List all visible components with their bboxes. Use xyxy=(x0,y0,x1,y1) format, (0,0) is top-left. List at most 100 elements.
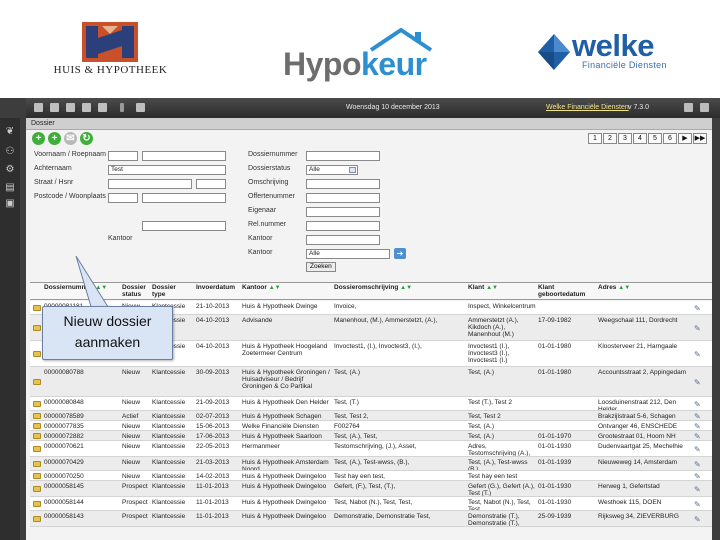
table-row[interactable]: 00000058145 Prospect Klantcessie 11-01-2013… xyxy=(30,481,712,497)
edit-icon[interactable]: ✎ xyxy=(694,515,703,523)
edit-icon[interactable]: ✎ xyxy=(694,400,703,408)
edit-icon[interactable]: ✎ xyxy=(694,378,703,386)
table-row[interactable]: 00000058143 Prospect Klantcessie 11-01-2013… xyxy=(30,511,712,527)
tools-icon[interactable] xyxy=(136,103,145,112)
cell-omschr: Test, (A.) xyxy=(334,369,361,376)
dossiernummer-input[interactable] xyxy=(306,151,380,161)
print-icon[interactable] xyxy=(66,103,75,112)
achternaam-input[interactable]: Test xyxy=(108,165,226,175)
edit-icon[interactable]: ✎ xyxy=(694,445,703,453)
table-row[interactable]: 00000058144 Prospect Klantcessie 11-01-2013… xyxy=(30,497,712,511)
leaf-icon[interactable]: ❦ xyxy=(4,126,16,137)
col-omschrijving[interactable]: Dossieromschrijving ▲▼ xyxy=(334,284,464,292)
chart-icon[interactable]: ▤ xyxy=(4,182,16,193)
offertenummer-input[interactable] xyxy=(306,193,380,203)
page-2-button[interactable]: 2 xyxy=(603,133,617,144)
briefcase-icon[interactable]: ▣ xyxy=(4,198,16,209)
kantoor-select[interactable]: Alle xyxy=(306,249,390,259)
settings-icon[interactable]: ⚙ xyxy=(4,164,16,175)
mail-icon[interactable] xyxy=(50,103,59,112)
table-row[interactable]: 00000080848 Nieuw Klantcessie 21-09-2013 Hui… xyxy=(30,397,712,411)
add-button[interactable]: + xyxy=(48,132,61,145)
folder-icon[interactable] xyxy=(33,304,41,311)
notes-icon[interactable] xyxy=(98,103,107,112)
dossierstatus-select[interactable]: Alle xyxy=(306,165,358,175)
col-status[interactable]: Dossier status xyxy=(122,284,150,298)
edit-icon[interactable]: ✎ xyxy=(694,324,703,332)
col-invoerdatum[interactable]: Invoerdatum xyxy=(196,284,240,291)
postcode-input[interactable] xyxy=(108,193,138,203)
cell-status: Prospect xyxy=(122,499,148,506)
col-adres[interactable]: Adres ▲▼ xyxy=(598,284,688,292)
next-page-button[interactable]: ▶ xyxy=(678,133,692,144)
omschrijving-input[interactable] xyxy=(306,179,380,189)
col-geboortedatum[interactable]: Klant geboortedatum xyxy=(538,284,596,298)
page-4-button[interactable]: 4 xyxy=(633,133,647,144)
extra-field-1[interactable] xyxy=(142,221,226,231)
page-3-button[interactable]: 3 xyxy=(618,133,632,144)
roepnaam-input[interactable] xyxy=(142,151,226,161)
folder-icon[interactable] xyxy=(33,460,41,467)
edit-icon[interactable]: ✎ xyxy=(694,304,703,312)
page-5-button[interactable]: 5 xyxy=(648,133,662,144)
col-kantoor[interactable]: Kantoor ▲▼ xyxy=(242,284,332,292)
table-row[interactable]: 00000070429 Nieuw Klantcessie 21-03-2013 Hui… xyxy=(30,457,712,471)
folder-icon[interactable] xyxy=(33,432,41,439)
close-icon[interactable] xyxy=(700,103,709,112)
cell-adres xyxy=(598,303,690,314)
folder-icon[interactable] xyxy=(33,445,41,452)
kantoor-input[interactable] xyxy=(306,235,380,245)
home-icon[interactable] xyxy=(34,103,43,112)
mail-button[interactable]: ✉ xyxy=(64,132,77,145)
edit-icon[interactable]: ✎ xyxy=(694,422,703,430)
eigenaar-label: Eigenaar xyxy=(248,207,277,214)
people-icon[interactable]: ⚇ xyxy=(4,146,16,157)
table-row[interactable]: 00000070250 Nieuw Klantcessie 14-02-2013 Hui… xyxy=(30,471,712,481)
add-dossier-button[interactable]: + xyxy=(32,132,45,145)
straat-input[interactable] xyxy=(108,179,192,189)
minimize-icon[interactable] xyxy=(684,103,693,112)
folder-icon[interactable] xyxy=(33,412,41,419)
edit-icon[interactable]: ✎ xyxy=(694,472,703,480)
table-row[interactable]: 00000072882 Nieuw Klantcessie 17-06-2013 Hui… xyxy=(30,431,712,441)
voornaam-input[interactable] xyxy=(108,151,138,161)
folder-icon[interactable] xyxy=(33,500,41,507)
folder-icon[interactable] xyxy=(33,350,41,357)
folder-icon[interactable] xyxy=(33,515,41,522)
upload-icon[interactable] xyxy=(120,103,124,112)
edit-icon[interactable]: ✎ xyxy=(694,412,703,420)
col-type[interactable]: Dossier type xyxy=(152,284,180,298)
folder-icon[interactable] xyxy=(33,485,41,492)
edit-icon[interactable]: ✎ xyxy=(694,500,703,508)
huisnummer-input[interactable] xyxy=(196,179,226,189)
cell-datum: 17-06-2013 xyxy=(196,433,230,440)
edit-icon[interactable]: ✎ xyxy=(694,485,703,493)
calendar-icon[interactable] xyxy=(82,103,91,112)
folder-icon[interactable] xyxy=(33,472,41,479)
edit-icon[interactable]: ✎ xyxy=(694,460,703,468)
sort-arrows-icon: ▲▼ xyxy=(268,285,281,291)
page-1-button[interactable]: 1 xyxy=(588,133,602,144)
edit-icon[interactable]: ✎ xyxy=(694,350,703,358)
table-row[interactable]: 00000080788 Nieuw Klantcessie 30-09-2013 Hui… xyxy=(30,367,712,397)
refresh-button[interactable]: ↻ xyxy=(80,132,93,145)
folder-icon[interactable] xyxy=(33,324,41,331)
last-page-button[interactable]: ▶▶ xyxy=(693,133,707,144)
eigenaar-input[interactable] xyxy=(306,207,380,217)
rel-nummer-input[interactable] xyxy=(306,221,380,231)
table-row[interactable]: 00000078589 Actief Klantcessie 02-07-2013 Hu… xyxy=(30,411,712,421)
page-6-button[interactable]: 6 xyxy=(663,133,677,144)
woonplaats-input[interactable] xyxy=(142,193,226,203)
company-link[interactable]: Welke Financiële Diensten xyxy=(546,104,629,111)
table-row[interactable]: 00000070621 Nieuw Klantcessie 22-05-2013 Her… xyxy=(30,441,712,457)
col-klant[interactable]: Klant ▲▼ xyxy=(468,284,534,292)
folder-icon[interactable] xyxy=(33,422,41,429)
cell-nr: 00000070621 xyxy=(44,443,84,450)
search-button[interactable]: Zoeken xyxy=(306,262,336,272)
folder-icon[interactable] xyxy=(33,378,41,385)
folder-icon[interactable] xyxy=(33,400,41,407)
arrow-right-icon[interactable]: ➔ xyxy=(394,248,406,259)
table-row[interactable]: 00000077835 Nieuw Klantcessie 15-06-2013 Wel… xyxy=(30,421,712,431)
edit-icon[interactable]: ✎ xyxy=(694,432,703,440)
hypokeur-logo: Hypokeur xyxy=(283,26,443,82)
